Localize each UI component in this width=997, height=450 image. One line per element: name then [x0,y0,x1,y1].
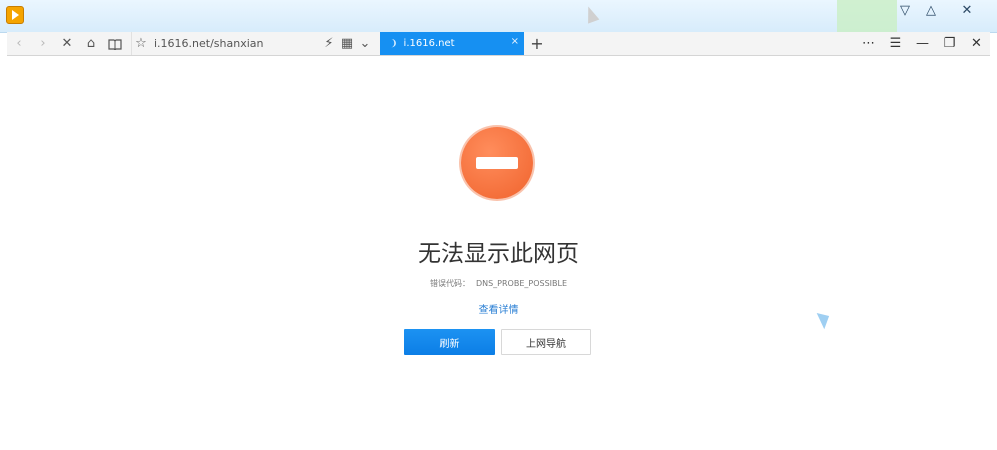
address-text[interactable]: i.1616.net/shanxian [154,37,264,50]
more-icon[interactable]: ⋯ [855,32,882,55]
details-link[interactable]: 查看详情 [7,301,990,316]
error-title: 无法显示此网页 [418,241,579,267]
navigation-button[interactable]: 上网导航 [501,329,591,355]
flash-icon[interactable]: ⚡ [320,32,338,55]
host-restore-icon[interactable]: △ [921,3,941,19]
stop-icon[interactable]: ✕ [55,32,79,55]
loading-spinner-icon: ❩ [390,38,398,49]
play-logo-icon[interactable] [6,6,24,24]
restore-icon[interactable]: ❐ [936,32,963,55]
minimize-icon[interactable]: — [909,32,936,55]
browser-toolbar: ‹ › ✕ ⌂ ☆ i.1616.net/shanxian ⚡ ▦ ⌄ ❩ i.… [7,32,990,56]
home-icon[interactable]: ⌂ [79,32,103,55]
no-entry-icon [461,127,533,199]
menu-icon[interactable]: ☰ [882,32,909,55]
error-code-label: 错误代码： [429,279,470,288]
new-tab-icon[interactable]: + [524,34,550,53]
host-close-icon[interactable]: ✕ [957,3,977,19]
close-icon[interactable]: ✕ [963,32,990,55]
chevron-down-icon[interactable]: ⌄ [356,32,374,55]
error-code: 错误代码： DNS_PROBE_POSSIBLE [7,278,990,289]
host-dropdown-icon[interactable]: ▽ [895,3,915,19]
tab-close-icon[interactable]: × [511,36,519,47]
forward-icon[interactable]: › [31,32,55,55]
tab-i1616[interactable]: ❩ i.1616.net × [380,32,524,55]
favorite-icon[interactable]: ☆ [132,32,150,55]
address-bar[interactable]: ☆ i.1616.net/shanxian [131,32,320,55]
host-window-bar: ▽ △ ✕ [0,0,997,33]
background-decoration [837,0,897,32]
reader-icon[interactable] [103,32,127,55]
error-code-value: DNS_PROBE_POSSIBLE [475,279,568,288]
back-icon[interactable]: ‹ [7,32,31,55]
qr-code-icon[interactable]: ▦ [338,32,356,55]
page-content: 无法显示此网页 错误代码： DNS_PROBE_POSSIBLE 查看详情 刷新 … [7,56,990,450]
refresh-button[interactable]: 刷新 [404,329,495,355]
tab-title: i.1616.net [403,38,455,49]
mouse-cursor-icon [582,4,600,24]
